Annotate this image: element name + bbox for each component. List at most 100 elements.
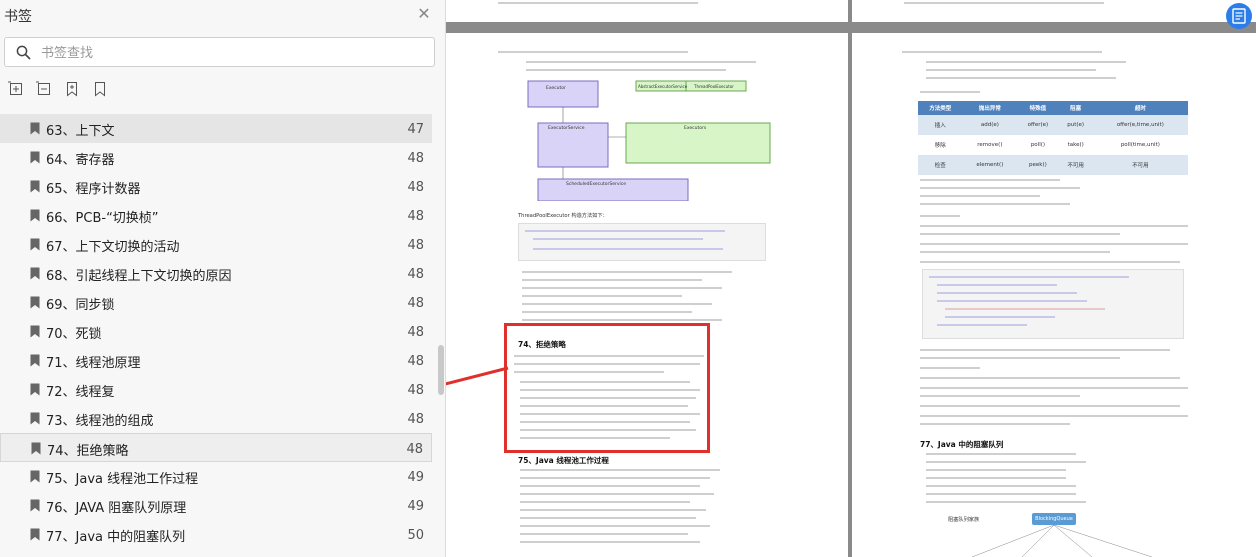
text-line bbox=[926, 461, 1086, 463]
document-view[interactable]: Executor AbstractExecutorService ThreadP… bbox=[446, 0, 1256, 557]
text-line bbox=[920, 243, 1188, 245]
bookmark-page-number: 49 bbox=[407, 470, 424, 485]
text-line bbox=[926, 61, 1126, 63]
table-cell: 检查 bbox=[934, 163, 946, 169]
diagram-box-label: AbstractExecutorService bbox=[638, 84, 688, 89]
table-cell: element() bbox=[976, 162, 1004, 168]
text-line bbox=[920, 195, 1040, 197]
code-block bbox=[518, 223, 766, 261]
text-line bbox=[920, 395, 1080, 397]
bookmark-page-number: 48 bbox=[406, 442, 423, 457]
close-icon[interactable]: ✕ bbox=[414, 4, 434, 24]
table-row: 插入 add(e) offer(e) put(e) offer(e,time,u… bbox=[918, 115, 1188, 135]
bookmark-item[interactable]: 66、PCB-“切换桢” 48 bbox=[0, 201, 432, 230]
text-line bbox=[920, 215, 960, 217]
table-cell: 不可用 bbox=[1067, 163, 1084, 169]
diagram-box-label: Executor bbox=[546, 85, 566, 91]
bookmark-flag-icon bbox=[30, 325, 40, 338]
page-top-left bbox=[446, 0, 848, 22]
tree-connector bbox=[1021, 525, 1055, 557]
text-line bbox=[920, 357, 1120, 359]
bookmark-search-box[interactable] bbox=[4, 37, 435, 67]
bookmark-item[interactable]: 73、线程池的组成 48 bbox=[0, 404, 432, 433]
diagram-box-label: ThreadPoolExecutor bbox=[693, 84, 734, 89]
bookmark-flag-icon bbox=[30, 238, 40, 251]
bookmark-label: 68、引起线程上下文切换的原因 bbox=[46, 269, 232, 284]
bookmark-item[interactable]: 65、程序计数器 48 bbox=[0, 172, 432, 201]
bookmark-item[interactable]: 69、同步锁 48 bbox=[0, 288, 432, 317]
text-line bbox=[522, 295, 682, 297]
bookmark-item[interactable]: 63、上下文 47 bbox=[0, 114, 432, 143]
text-line bbox=[520, 421, 690, 423]
bookmark-label: 70、死锁 bbox=[46, 327, 102, 342]
bookmark-label: 74、拒绝策略 bbox=[47, 444, 129, 459]
bookmark-item[interactable]: 77、Java 中的阻塞队列 50 bbox=[0, 520, 432, 549]
text-line bbox=[920, 187, 1080, 189]
text-line bbox=[520, 541, 700, 543]
diagram-label: 阻塞队列家族 bbox=[948, 517, 980, 523]
arrow-shaft bbox=[446, 366, 509, 386]
bookmark-search-input[interactable] bbox=[41, 43, 421, 63]
bookmark-page-number: 48 bbox=[407, 209, 424, 224]
bookmark-label: 71、线程池原理 bbox=[46, 356, 141, 371]
bookmark-item-selected[interactable]: 74、拒绝策略 48 bbox=[0, 433, 432, 462]
bookmark-page-number: 50 bbox=[407, 528, 424, 543]
text-line bbox=[520, 389, 700, 391]
table-cell: poll() bbox=[1030, 142, 1046, 148]
expand-all-icon[interactable] bbox=[8, 81, 24, 97]
bookmark-label: 72、线程复 bbox=[46, 385, 115, 400]
code-caption: ThreadPoolExecutor 构造方法如下： bbox=[518, 213, 608, 219]
bookmark-flag-icon bbox=[30, 470, 40, 483]
table-header-row: 方法类型 抛出异常 特殊值 阻塞 超时 bbox=[918, 101, 1188, 115]
bookmark-item[interactable]: 75、Java 线程池工作过程 49 bbox=[0, 462, 432, 491]
text-line bbox=[514, 371, 664, 373]
table-cell: remove() bbox=[977, 142, 1003, 148]
text-line bbox=[920, 261, 1180, 263]
bookmark-flag-icon bbox=[30, 383, 40, 396]
text-line bbox=[520, 437, 670, 439]
queue-family-tree-lines bbox=[971, 525, 1153, 557]
bookmark-flag-icon bbox=[31, 442, 41, 455]
bookmark-label: 67、上下文切换的活动 bbox=[46, 240, 180, 255]
table-header-cell: 阻塞 bbox=[1070, 106, 1082, 112]
text-line bbox=[520, 485, 700, 487]
text-line bbox=[920, 91, 980, 93]
add-bookmark-icon[interactable] bbox=[64, 81, 80, 97]
bookmark-item[interactable]: 72、线程复 48 bbox=[0, 375, 432, 404]
table-cell: poll(time,unit) bbox=[1120, 142, 1160, 148]
sidebar-scrollbar-thumb[interactable] bbox=[438, 345, 444, 395]
text-line bbox=[526, 61, 756, 63]
bookmark-item[interactable]: 71、线程池原理 48 bbox=[0, 346, 432, 375]
bookmark-page-number: 47 bbox=[407, 122, 424, 137]
text-line bbox=[920, 251, 1110, 253]
code-block bbox=[922, 269, 1184, 339]
bookmark-flag-icon bbox=[30, 296, 40, 309]
bookmark-item[interactable]: 67、上下文切换的活动 48 bbox=[0, 230, 432, 259]
bookmark-item[interactable]: 70、死锁 48 bbox=[0, 317, 432, 346]
bookmark-label: 65、程序计数器 bbox=[46, 182, 141, 197]
bookmark-page-number: 48 bbox=[407, 151, 424, 166]
bookmark-page-number: 48 bbox=[407, 267, 424, 282]
text-line bbox=[920, 387, 1188, 389]
code-line bbox=[937, 292, 1077, 294]
diagram-box-label: ScheduledExecutorService bbox=[566, 181, 626, 187]
bookmark-flag-icon bbox=[30, 209, 40, 222]
table-cell: add(e) bbox=[980, 122, 999, 128]
bookmark-flag-icon bbox=[30, 180, 40, 193]
table-cell: offer(e,time,unit) bbox=[1116, 122, 1164, 128]
section-77-heading: 77、Java 中的阻塞队列 bbox=[920, 440, 1004, 449]
collapse-all-icon[interactable] bbox=[36, 81, 52, 97]
bookmark-item[interactable]: 68、引起线程上下文切换的原因 48 bbox=[0, 259, 432, 288]
bookmark-page-number: 49 bbox=[407, 499, 424, 514]
bookmark-icon[interactable] bbox=[92, 81, 108, 97]
bookmark-item[interactable]: 76、JAVA 阻塞队列原理 49 bbox=[0, 491, 432, 520]
text-line bbox=[520, 525, 710, 527]
document-icon bbox=[1232, 8, 1246, 24]
floating-action-button[interactable] bbox=[1226, 3, 1252, 29]
bookmark-item[interactable]: 64、寄存器 48 bbox=[0, 143, 432, 172]
code-line bbox=[533, 238, 703, 240]
bookmark-label: 77、Java 中的阻塞队列 bbox=[46, 530, 186, 545]
text-line bbox=[522, 319, 722, 321]
bookmark-list: 63、上下文 47 64、寄存器 48 65、程序计数器 48 66、PCB-“… bbox=[0, 114, 445, 549]
text-line bbox=[920, 423, 1070, 425]
